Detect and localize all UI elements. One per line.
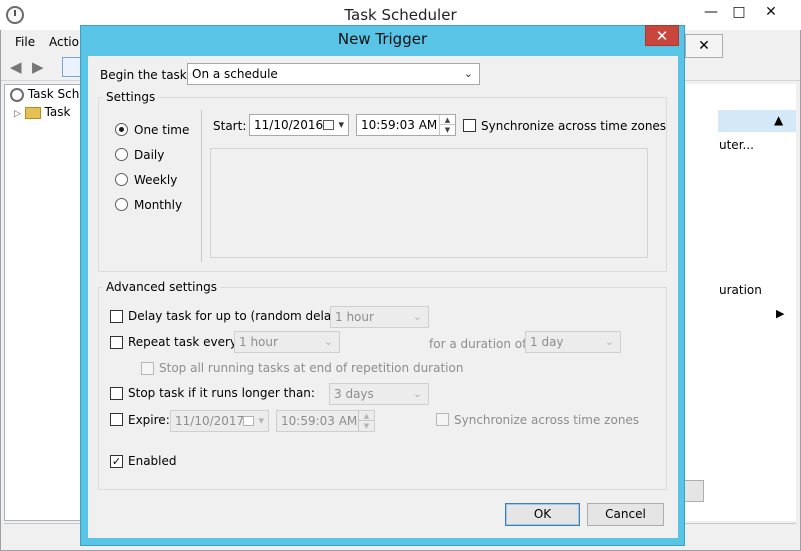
expire-date-value: 11/10/2017 [175,414,245,428]
chevron-down-icon: ⌄ [323,335,333,348]
start-time-input[interactable]: 10:59:03 AM ▲ ▼ [356,114,456,136]
radio-weekly[interactable] [115,173,128,186]
radio-monthly-label: Monthly [134,198,183,212]
stop-running-checkbox[interactable] [141,362,154,375]
calendar-icon [243,416,254,426]
duration-dropdown[interactable]: 1 day ⌄ [525,331,621,353]
dialog-close-button[interactable]: ✕ [645,25,679,46]
spin-down-icon[interactable]: ▼ [359,421,374,431]
radio-daily[interactable] [115,148,128,161]
stop-longer-label: Stop task if it runs longer than: [128,386,315,400]
window-title: Task Scheduler [344,6,457,24]
repeat-task-checkbox[interactable] [110,336,123,349]
begin-task-dropdown[interactable]: On a schedule ⌄ [187,63,480,85]
settings-divider [201,110,202,262]
expire-label: Expire: [128,413,170,427]
delay-task-value: 1 hour [335,310,374,324]
maximize-button[interactable]: □ [724,1,754,23]
chevron-down-icon: ⌄ [463,67,473,80]
start-date-picker[interactable]: 11/10/2016 ▾ [249,114,349,136]
expire-checkbox[interactable] [110,413,123,426]
back-arrow-icon[interactable]: ◀ [10,59,28,75]
stop-longer-dropdown[interactable]: 3 days ⌄ [329,383,429,405]
settings-group-label: Settings [103,90,159,104]
right-pane-button[interactable] [684,480,704,502]
sync-time-zones-label: Synchronize across time zones [481,119,667,133]
repeat-task-value: 1 hour [239,335,278,349]
enabled-label: Enabled [128,454,177,468]
radio-one-time-label: One time [134,123,190,137]
expand-triangle-icon[interactable]: ▷ [14,109,21,119]
radio-daily-label: Daily [134,148,165,162]
start-label: Start: [213,119,247,133]
calendar-icon [323,120,334,130]
duration-label: for a duration of: [429,337,530,351]
clock-icon [10,87,24,102]
expire-time-value: 10:59:03 AM [281,414,358,428]
close-button[interactable]: ✕ [756,1,786,23]
actions-pane-header[interactable] [718,110,796,132]
chevron-down-icon: ⌄ [412,310,422,323]
console-tree [4,84,90,521]
start-date-value: 11/10/2016 [254,118,324,132]
time-spinner[interactable]: ▲ ▼ [439,115,455,135]
enabled-checkbox[interactable]: ✓ [110,455,123,468]
dialog-title: New Trigger [337,30,428,48]
ok-button[interactable]: OK [505,503,580,526]
chevron-down-icon: ▾ [338,118,344,131]
expire-date-picker[interactable]: 11/10/2017 ▾ [170,410,269,432]
spin-up-icon[interactable]: ▲ [359,411,374,421]
action-item-duration[interactable]: uration [719,283,762,297]
tree-item-label: Task [44,105,71,119]
expire-time-input[interactable]: 10:59:03 AM ▲ ▼ [276,410,375,432]
menu-action[interactable]: Actio [49,35,79,49]
minimize-button[interactable]: — [696,1,726,23]
tree-item-label: Task Sch [27,87,80,101]
repeat-task-dropdown[interactable]: 1 hour ⌄ [234,331,340,353]
submenu-arrow-icon[interactable]: ▶ [776,307,784,320]
repeat-task-label: Repeat task every: [128,335,241,349]
inner-close-button[interactable]: ✕ [685,34,723,58]
cancel-button[interactable]: Cancel [587,503,664,526]
radio-weekly-label: Weekly [134,173,178,187]
begin-task-value: On a schedule [192,67,278,81]
duration-value: 1 day [530,335,564,349]
expire-sync-label: Synchronize across time zones [454,413,640,427]
expire-sync-checkbox[interactable] [436,413,449,426]
forward-arrow-icon[interactable]: ▶ [32,59,50,75]
folder-icon [24,106,41,119]
stop-running-label: Stop all running tasks at end of repetit… [159,361,464,375]
chevron-down-icon: ▾ [258,414,264,427]
stop-longer-checkbox[interactable] [110,387,123,400]
delay-task-dropdown[interactable]: 1 hour ⌄ [330,306,429,328]
spin-down-icon[interactable]: ▼ [440,125,455,135]
chevron-down-icon: ⌄ [604,335,614,348]
action-item-connect[interactable]: uter... [719,138,754,152]
radio-monthly[interactable] [115,198,128,211]
schedule-detail-panel [210,148,648,258]
checkmark-icon: ✓ [111,455,122,468]
sync-time-zones-checkbox[interactable] [463,119,476,132]
advanced-settings-label: Advanced settings [103,280,220,294]
stop-longer-value: 3 days [334,387,374,401]
time-spinner[interactable]: ▲ ▼ [358,411,374,431]
start-time-value: 10:59:03 AM [361,118,438,132]
menu-file[interactable]: File [15,35,35,49]
collapse-triangle-icon[interactable]: ▲ [774,113,783,127]
delay-task-checkbox[interactable] [110,310,123,323]
chevron-down-icon: ⌄ [412,387,422,400]
delay-task-label: Delay task for up to (random delay): [128,309,348,323]
begin-task-label: Begin the task: [100,68,191,82]
spin-up-icon[interactable]: ▲ [440,115,455,125]
radio-one-time[interactable] [115,123,128,136]
